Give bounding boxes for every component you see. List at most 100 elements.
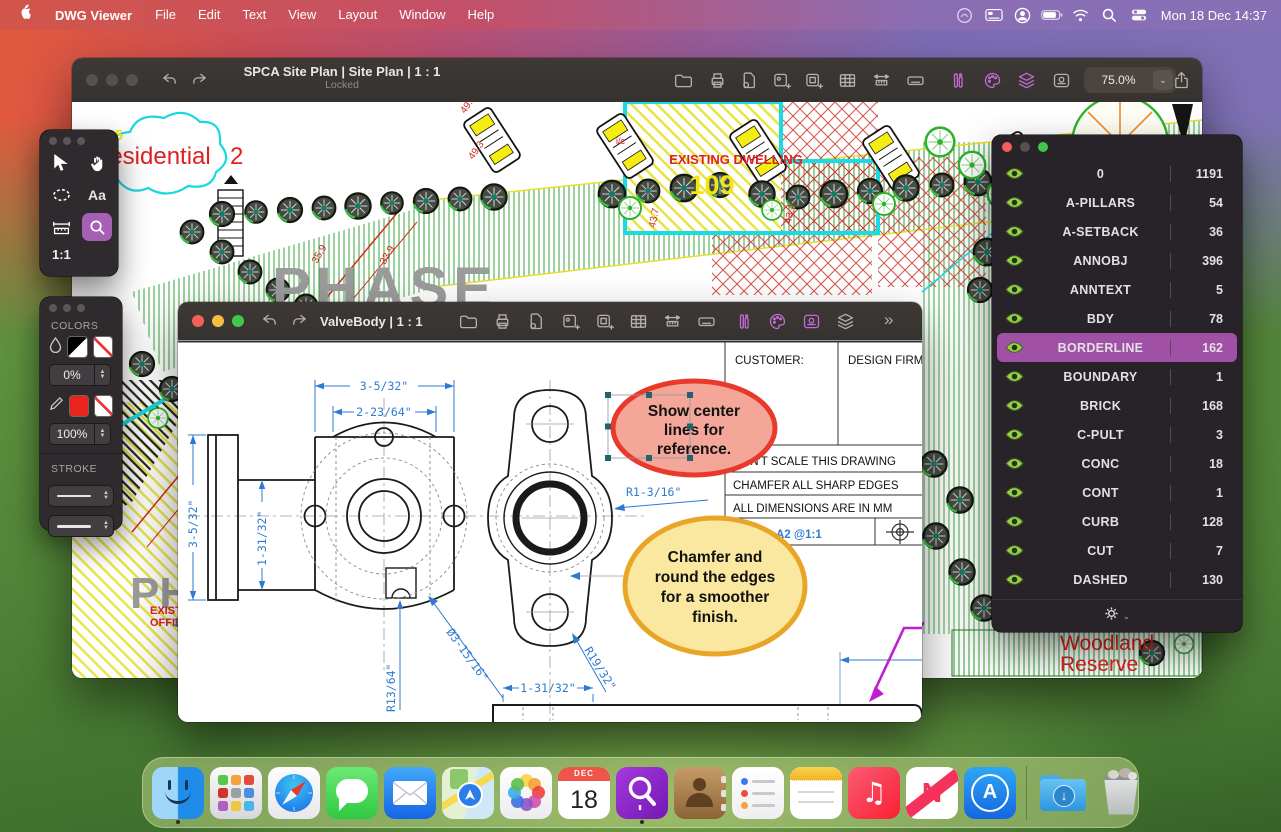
layer-row[interactable]: C-PULT 3 bbox=[997, 420, 1237, 449]
menu-file[interactable]: File bbox=[144, 0, 187, 30]
document-settings-icon[interactable] bbox=[521, 306, 551, 336]
close-button[interactable] bbox=[1002, 142, 1012, 152]
eye-icon[interactable] bbox=[997, 457, 1031, 470]
creative-cloud-icon[interactable] bbox=[954, 5, 976, 25]
print-icon[interactable] bbox=[487, 306, 517, 336]
dock-photos[interactable] bbox=[500, 767, 552, 819]
valve-window-titlebar[interactable]: ValveBody | 1 : 1 » bbox=[178, 302, 922, 340]
layer-row[interactable]: BDY 78 bbox=[997, 304, 1237, 333]
dock-reminders[interactable] bbox=[732, 767, 784, 819]
palette-window-buttons[interactable] bbox=[40, 130, 118, 147]
control-center-icon[interactable] bbox=[1128, 5, 1150, 25]
tools-panel-icon[interactable] bbox=[942, 65, 972, 95]
eye-icon[interactable] bbox=[997, 515, 1031, 528]
layer-row[interactable]: BOUNDARY 1 bbox=[997, 362, 1237, 391]
dock-contacts[interactable] bbox=[674, 767, 726, 819]
eye-icon[interactable] bbox=[997, 428, 1031, 441]
dimension-icon[interactable] bbox=[866, 65, 896, 95]
layer-row[interactable]: A-SETBACK 36 bbox=[997, 217, 1237, 246]
menu-edit[interactable]: Edit bbox=[187, 0, 231, 30]
layer-row[interactable]: CONT 1 bbox=[997, 478, 1237, 507]
menu-layout[interactable]: Layout bbox=[327, 0, 388, 30]
dock-news[interactable]: N bbox=[906, 767, 958, 819]
keyboard-icon[interactable] bbox=[900, 65, 930, 95]
layer-row[interactable]: A-PILLARS 54 bbox=[997, 188, 1237, 217]
share-icon[interactable] bbox=[1166, 65, 1196, 95]
dock-maps[interactable] bbox=[442, 767, 494, 819]
print-icon[interactable] bbox=[702, 65, 732, 95]
stroke-opacity-stepper[interactable]: ▲▼ bbox=[95, 423, 111, 445]
dock-calendar[interactable]: DEC 18 bbox=[558, 767, 610, 819]
zoom-button[interactable] bbox=[232, 315, 244, 327]
colors-panel-icon[interactable] bbox=[762, 306, 792, 336]
keyboard-icon[interactable] bbox=[691, 306, 721, 336]
menu-window[interactable]: Window bbox=[388, 0, 456, 30]
minimize-button[interactable] bbox=[106, 74, 118, 86]
toolbar-overflow-chevron[interactable]: » bbox=[884, 310, 893, 330]
dock-finder[interactable] bbox=[152, 767, 204, 819]
stroke-opacity-field[interactable]: 100% bbox=[49, 423, 95, 445]
dimension-icon[interactable] bbox=[657, 306, 687, 336]
fill-opacity-stepper[interactable]: ▲▼ bbox=[95, 364, 111, 386]
layer-row[interactable]: BRICK 168 bbox=[997, 391, 1237, 420]
wifi-icon[interactable] bbox=[1070, 5, 1092, 25]
dock-launchpad[interactable] bbox=[210, 767, 262, 819]
battery-icon[interactable] bbox=[1041, 5, 1063, 25]
minimize-button[interactable] bbox=[1020, 142, 1030, 152]
layers-panel-icon[interactable] bbox=[1011, 65, 1041, 95]
chevron-down-icon[interactable]: ⌄ bbox=[1123, 611, 1131, 622]
dock-music[interactable]: ♫ bbox=[848, 767, 900, 819]
stroke-color-swatch[interactable] bbox=[69, 395, 89, 417]
dock-mail[interactable] bbox=[384, 767, 436, 819]
layers-panel-icon[interactable] bbox=[796, 306, 826, 336]
dock-app-store[interactable]: A bbox=[964, 767, 1016, 819]
table-icon[interactable] bbox=[623, 306, 653, 336]
valve-drawing[interactable]: 3-5/32" 2-23/64" 3-5/32" 1-31/32" R1-3/1… bbox=[178, 340, 922, 722]
zoom-button[interactable] bbox=[126, 74, 138, 86]
preview-icon[interactable] bbox=[830, 306, 860, 336]
undo-icon[interactable] bbox=[154, 65, 184, 95]
fill-none-swatch[interactable] bbox=[93, 336, 114, 358]
zoom-ratio-label[interactable]: 1:1 bbox=[40, 241, 118, 262]
text-tool[interactable]: Aa bbox=[82, 181, 112, 209]
layers-panel-titlebar[interactable] bbox=[992, 135, 1242, 159]
menu-text[interactable]: Text bbox=[231, 0, 277, 30]
frame-add-icon[interactable] bbox=[589, 306, 619, 336]
zoom-button[interactable] bbox=[1038, 142, 1048, 152]
eye-icon[interactable] bbox=[997, 283, 1031, 296]
layer-row[interactable]: ANNTEXT 5 bbox=[997, 275, 1237, 304]
palette-window-buttons[interactable] bbox=[40, 297, 122, 314]
menu-help[interactable]: Help bbox=[457, 0, 506, 30]
eye-icon[interactable] bbox=[997, 573, 1031, 586]
open-folder-icon[interactable] bbox=[668, 65, 698, 95]
document-settings-icon[interactable] bbox=[734, 65, 764, 95]
gear-icon[interactable] bbox=[1104, 606, 1119, 626]
layer-row[interactable]: CUT 7 bbox=[997, 536, 1237, 565]
fill-opacity-field[interactable]: 0% bbox=[49, 364, 95, 386]
colors-palette[interactable]: COLORS 0% ▲▼ 100% ▲▼ STROKE ▲▼ ▲▼ bbox=[40, 297, 122, 530]
minimize-button[interactable] bbox=[212, 315, 224, 327]
stroke-width-dropdown[interactable]: ▲▼ bbox=[48, 515, 114, 537]
layer-row[interactable]: BORDERLINE 162 bbox=[997, 333, 1237, 362]
stroke-none-swatch[interactable] bbox=[94, 395, 114, 417]
eye-icon[interactable] bbox=[997, 544, 1031, 557]
stroke-style-dropdown[interactable]: ▲▼ bbox=[48, 485, 114, 507]
zoom-tool[interactable] bbox=[82, 213, 112, 241]
valve-window[interactable]: ValveBody | 1 : 1 » bbox=[178, 302, 922, 722]
eye-icon[interactable] bbox=[997, 370, 1031, 383]
eye-icon[interactable] bbox=[997, 341, 1031, 354]
fill-color-swatch[interactable] bbox=[67, 336, 88, 358]
eye-icon[interactable] bbox=[997, 254, 1031, 267]
menu-view[interactable]: View bbox=[277, 0, 327, 30]
image-add-icon[interactable] bbox=[555, 306, 585, 336]
eye-icon[interactable] bbox=[997, 486, 1031, 499]
layer-row[interactable]: CONC 18 bbox=[997, 449, 1237, 478]
dock-trash[interactable] bbox=[1095, 767, 1147, 819]
lasso-tool[interactable] bbox=[46, 181, 76, 209]
zoom-control[interactable]: 75.0% ⌄ bbox=[1084, 67, 1176, 93]
user-account-icon[interactable] bbox=[1012, 5, 1034, 25]
layer-row[interactable]: ANNOBJ 396 bbox=[997, 246, 1237, 275]
close-button[interactable] bbox=[192, 315, 204, 327]
layer-row[interactable]: CURB 128 bbox=[997, 507, 1237, 536]
tools-palette[interactable]: Aa 1:1 bbox=[40, 130, 118, 276]
